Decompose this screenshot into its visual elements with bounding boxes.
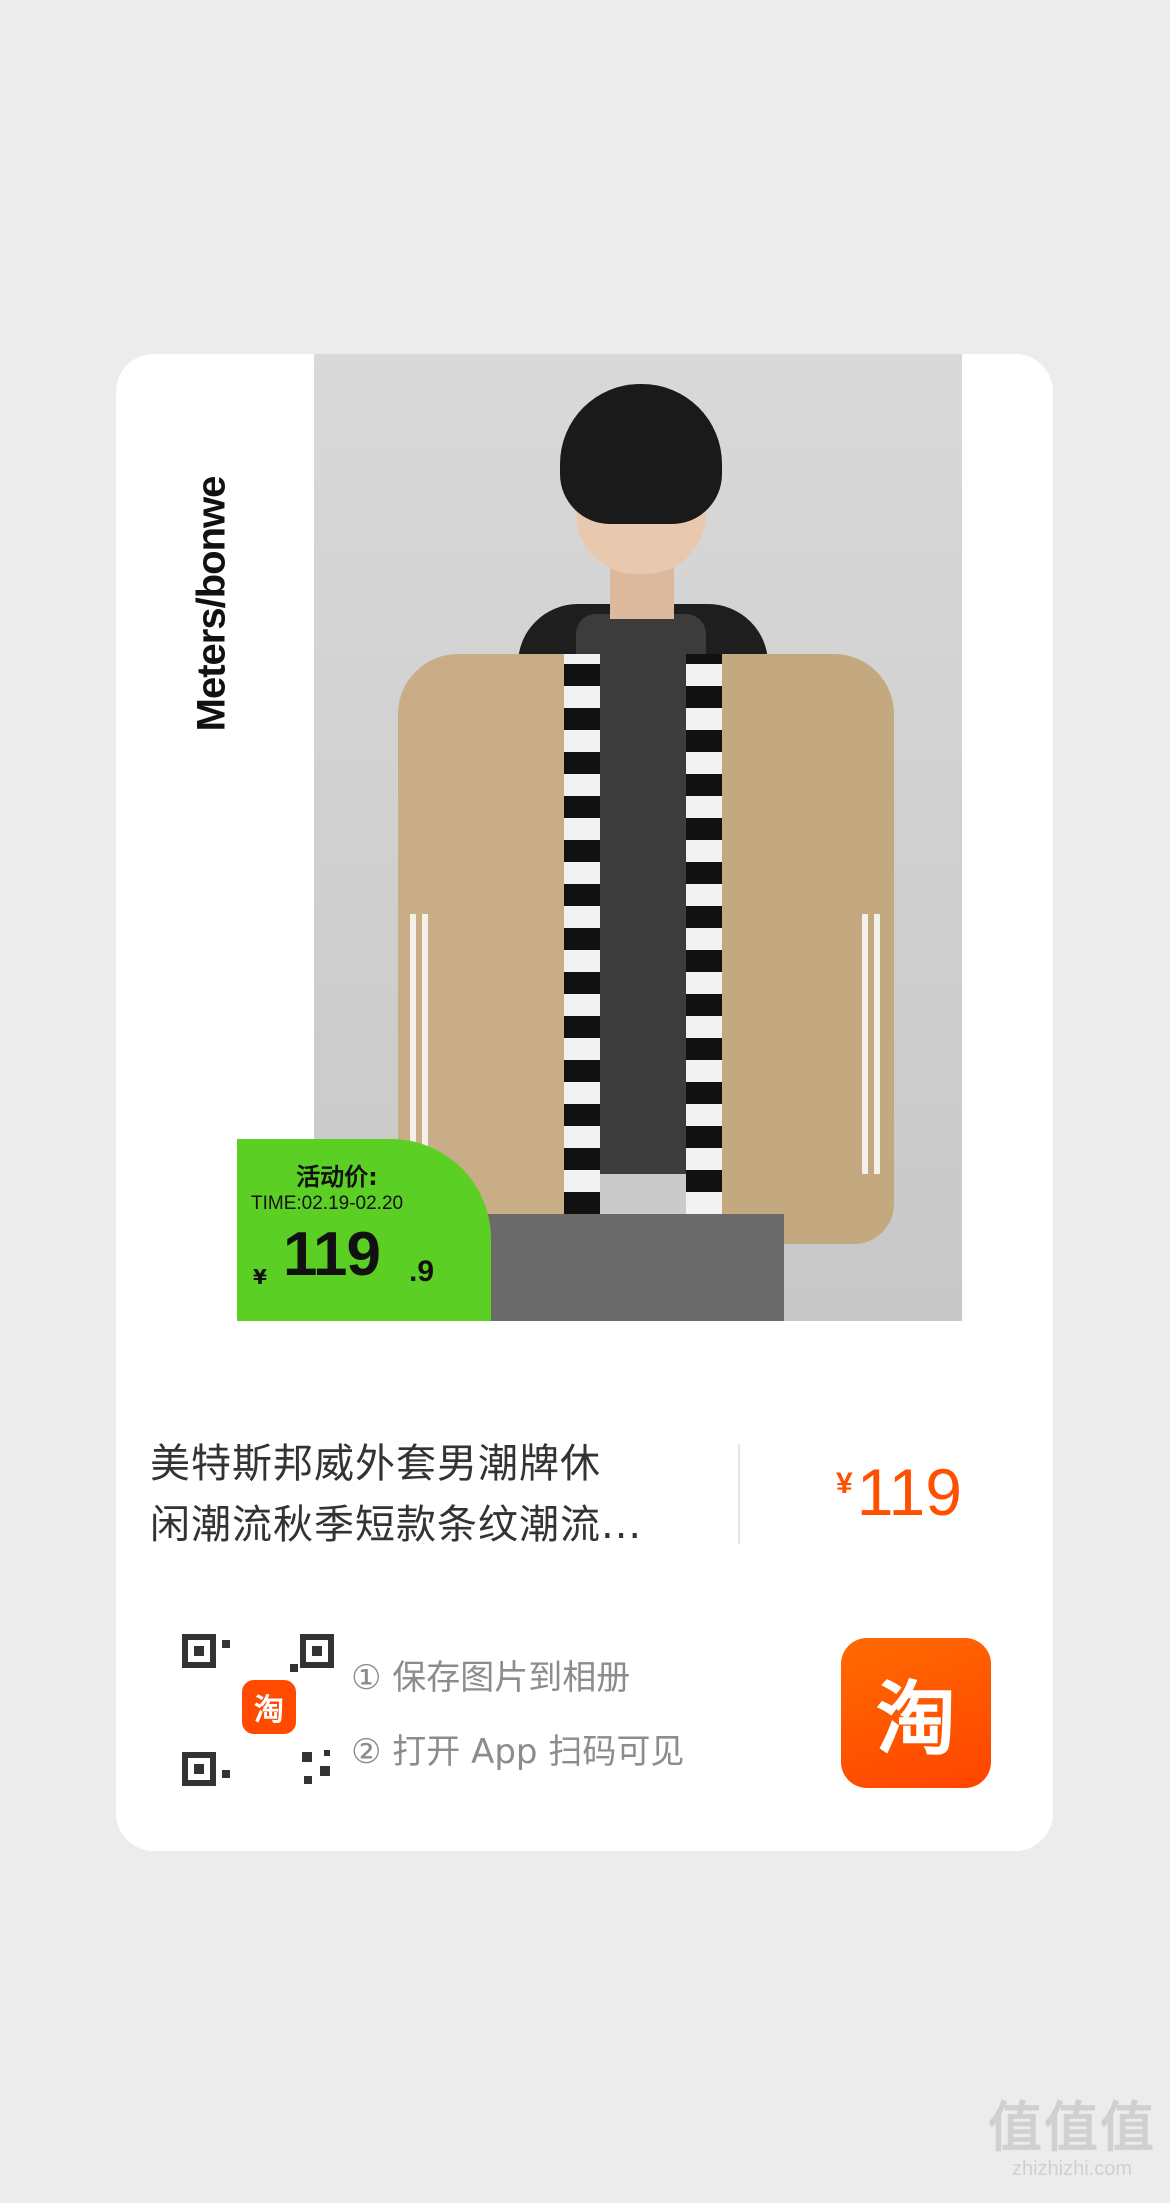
model-hair — [560, 384, 722, 524]
product-title-line: 美特斯邦威外套男潮牌休 — [150, 1441, 601, 1487]
qr-module — [324, 1750, 330, 1756]
watermark-url: zhizhizhi.com — [1011, 2158, 1133, 2180]
sleeve-stripe — [410, 914, 416, 1174]
price-value: 119 — [856, 1455, 962, 1529]
photo-right-margin — [962, 354, 1053, 1321]
qr-module — [222, 1770, 230, 1778]
sleeve-stripe — [422, 914, 428, 1174]
promo-badge-title: 活动价: — [296, 1163, 378, 1191]
sleeve-stripe — [862, 914, 868, 1174]
qr-module — [290, 1664, 298, 1672]
qr-module — [302, 1752, 312, 1762]
sleeve-stripe — [874, 914, 880, 1174]
qr-finder-pattern — [182, 1634, 216, 1668]
qr-code: 淘 — [178, 1630, 338, 1790]
qr-module — [304, 1776, 312, 1784]
promo-badge-price-decimal: .9 — [409, 1255, 435, 1288]
product-title-line: 闲潮流秋季短款条纹潮流... — [150, 1502, 643, 1548]
promo-badge-time: TIME:02.19-02.20 — [251, 1193, 404, 1214]
model-plaid-right — [686, 654, 722, 1214]
promo-badge-price: 119 — [283, 1220, 381, 1289]
qr-finder-pattern — [300, 1634, 334, 1668]
taobao-app-icon[interactable]: 淘 — [841, 1638, 991, 1788]
promo-price-badge: 活动价: TIME:02.19-02.20 ¥ 119 .9 — [237, 1139, 491, 1321]
model-pants — [464, 1214, 784, 1321]
qr-module — [222, 1640, 230, 1648]
product-price: ¥119 — [836, 1454, 962, 1530]
qr-module — [320, 1766, 330, 1776]
share-poster-page: Meters/bonwe 活动价: TIME:02.19-02.20 ¥ 119… — [0, 0, 1170, 2203]
divider — [738, 1444, 740, 1544]
model-plaid-left — [564, 654, 600, 1214]
product-title[interactable]: 美特斯邦威外套男潮牌休 闲潮流秋季短款条纹潮流... — [150, 1434, 690, 1556]
price-currency: ¥ — [836, 1467, 853, 1500]
product-share-card: Meters/bonwe 活动价: TIME:02.19-02.20 ¥ 119… — [116, 354, 1053, 1851]
instruction-save-image: ① 保存图片到相册 — [351, 1658, 631, 1698]
taobao-logo-icon: 淘 — [242, 1680, 296, 1734]
watermark: 值值值 zhizhizhi.com — [988, 2098, 1156, 2181]
instruction-open-app: ② 打开 App 扫码可见 — [351, 1732, 685, 1772]
brand-logo-text: Meters/bonwe — [189, 476, 234, 732]
qr-finder-pattern — [182, 1752, 216, 1786]
promo-badge-currency: ¥ — [253, 1265, 267, 1289]
watermark-logo: 值值值 — [988, 2096, 1156, 2159]
